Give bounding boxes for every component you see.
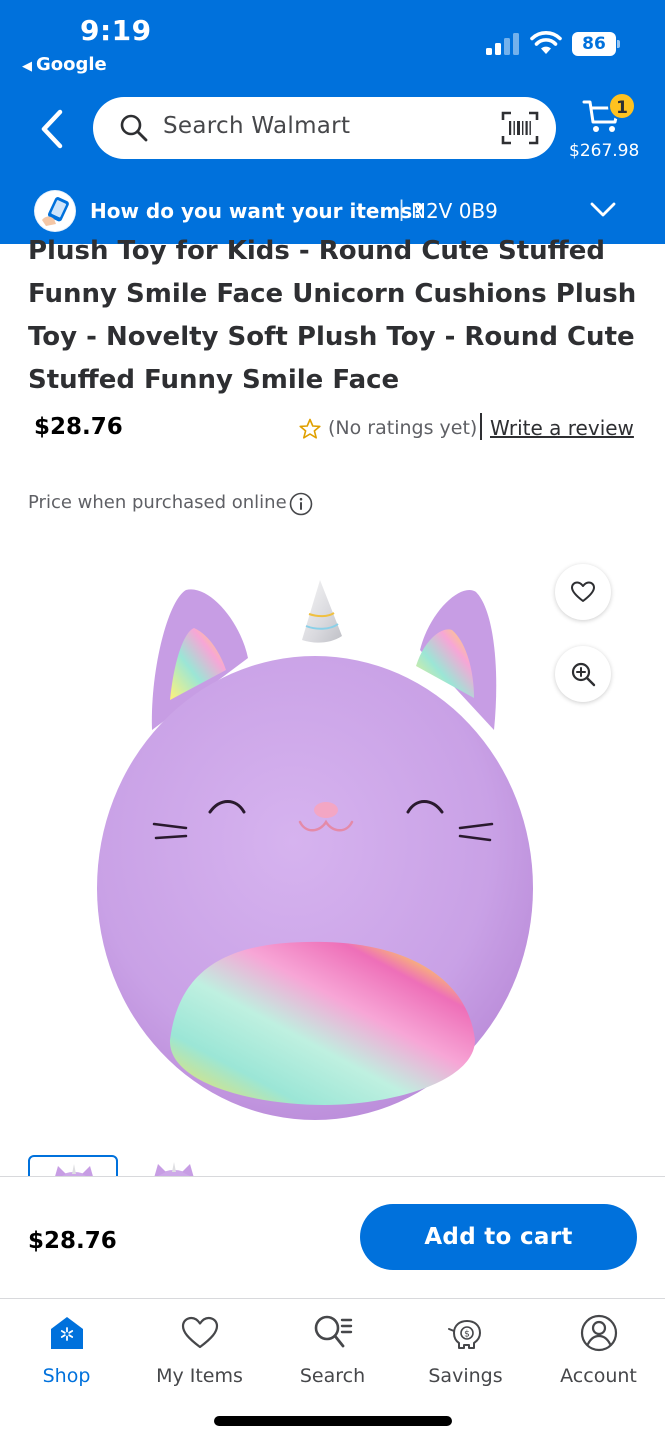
- back-triangle-icon: ◀: [22, 59, 32, 74]
- thumbnail-1[interactable]: [28, 1155, 118, 1177]
- back-to-app-link[interactable]: ◀ Google: [22, 54, 107, 75]
- sticky-cart-bar: $28.76 Add to cart: [0, 1176, 665, 1298]
- heart-icon: [571, 581, 595, 602]
- product-image[interactable]: [90, 570, 550, 1120]
- shop-icon: [50, 1317, 83, 1349]
- thumbnail-image: [54, 1164, 94, 1177]
- star-outline-icon: [299, 418, 321, 439]
- back-arrow-icon[interactable]: [36, 108, 70, 150]
- nav-label-shop: Shop: [42, 1365, 91, 1387]
- rating-divider: [480, 413, 482, 440]
- battery-indicator: 86: [572, 32, 620, 56]
- battery-nub: [617, 40, 620, 48]
- rating-text: (No ratings yet): [328, 417, 478, 439]
- zoom-in-icon: [571, 662, 596, 687]
- nav-savings[interactable]: $ Savings: [399, 1313, 532, 1393]
- piggy-bank-icon: $: [447, 1320, 481, 1349]
- nav-label-my-items: My Items: [156, 1365, 243, 1387]
- add-to-cart-button[interactable]: Add to cart: [360, 1204, 637, 1270]
- price-note: Price when purchased online: [28, 492, 287, 513]
- sticky-price: $28.76: [28, 1228, 117, 1254]
- chevron-down-icon: [590, 202, 616, 217]
- product-price: $28.76: [34, 414, 123, 440]
- delivery-phone-icon: [34, 190, 76, 232]
- search-input[interactable]: Search Walmart: [93, 97, 556, 159]
- write-review-link[interactable]: Write a review: [490, 416, 634, 440]
- postal-code: N2V 0B9: [411, 199, 498, 223]
- nav-shop[interactable]: Shop: [0, 1313, 133, 1393]
- product-title: Plush Toy for Kids - Round Cute Stuffed …: [28, 236, 637, 395]
- battery-level: 86: [572, 32, 616, 56]
- delivery-question: How do you want your items?: [90, 199, 424, 223]
- thumbnail-image: [154, 1162, 194, 1177]
- cart-total: $267.98: [569, 141, 640, 161]
- info-icon[interactable]: [289, 492, 313, 516]
- barcode-scan-icon[interactable]: [501, 111, 539, 145]
- back-app-label: Google: [36, 54, 107, 75]
- product-title-container: Plush Toy for Kids - Round Cute Stuffed …: [28, 230, 648, 400]
- nav-my-items[interactable]: My Items: [133, 1313, 266, 1393]
- cart-button[interactable]: 1 $267.98: [569, 92, 658, 166]
- favorite-button[interactable]: [555, 564, 611, 620]
- image-thumbnails: [0, 1150, 665, 1177]
- search-icon: [120, 114, 148, 142]
- cellular-signal-icon: [486, 33, 519, 55]
- nav-account[interactable]: Account: [532, 1313, 665, 1393]
- nav-label-savings: Savings: [428, 1365, 503, 1387]
- nav-search[interactable]: Search: [266, 1313, 399, 1393]
- search-placeholder: Search Walmart: [163, 113, 351, 139]
- status-time: 9:19: [80, 14, 152, 47]
- heart-icon: [181, 1316, 218, 1349]
- wifi-icon: [530, 31, 562, 54]
- zoom-button[interactable]: [555, 646, 611, 702]
- nav-label-account: Account: [560, 1365, 637, 1387]
- nav-label-search: Search: [299, 1365, 366, 1387]
- app-header: 9:19 ◀ Google 86 Search Walmart 1 $267.9…: [0, 0, 665, 244]
- delivery-separator: |: [398, 197, 406, 221]
- cart-count-badge: 1: [608, 92, 636, 120]
- thumbnail-2[interactable]: [130, 1155, 220, 1177]
- home-indicator[interactable]: [214, 1416, 452, 1426]
- search-list-icon: [314, 1315, 352, 1348]
- svg-text:$: $: [464, 1330, 470, 1340]
- account-icon: [580, 1314, 617, 1352]
